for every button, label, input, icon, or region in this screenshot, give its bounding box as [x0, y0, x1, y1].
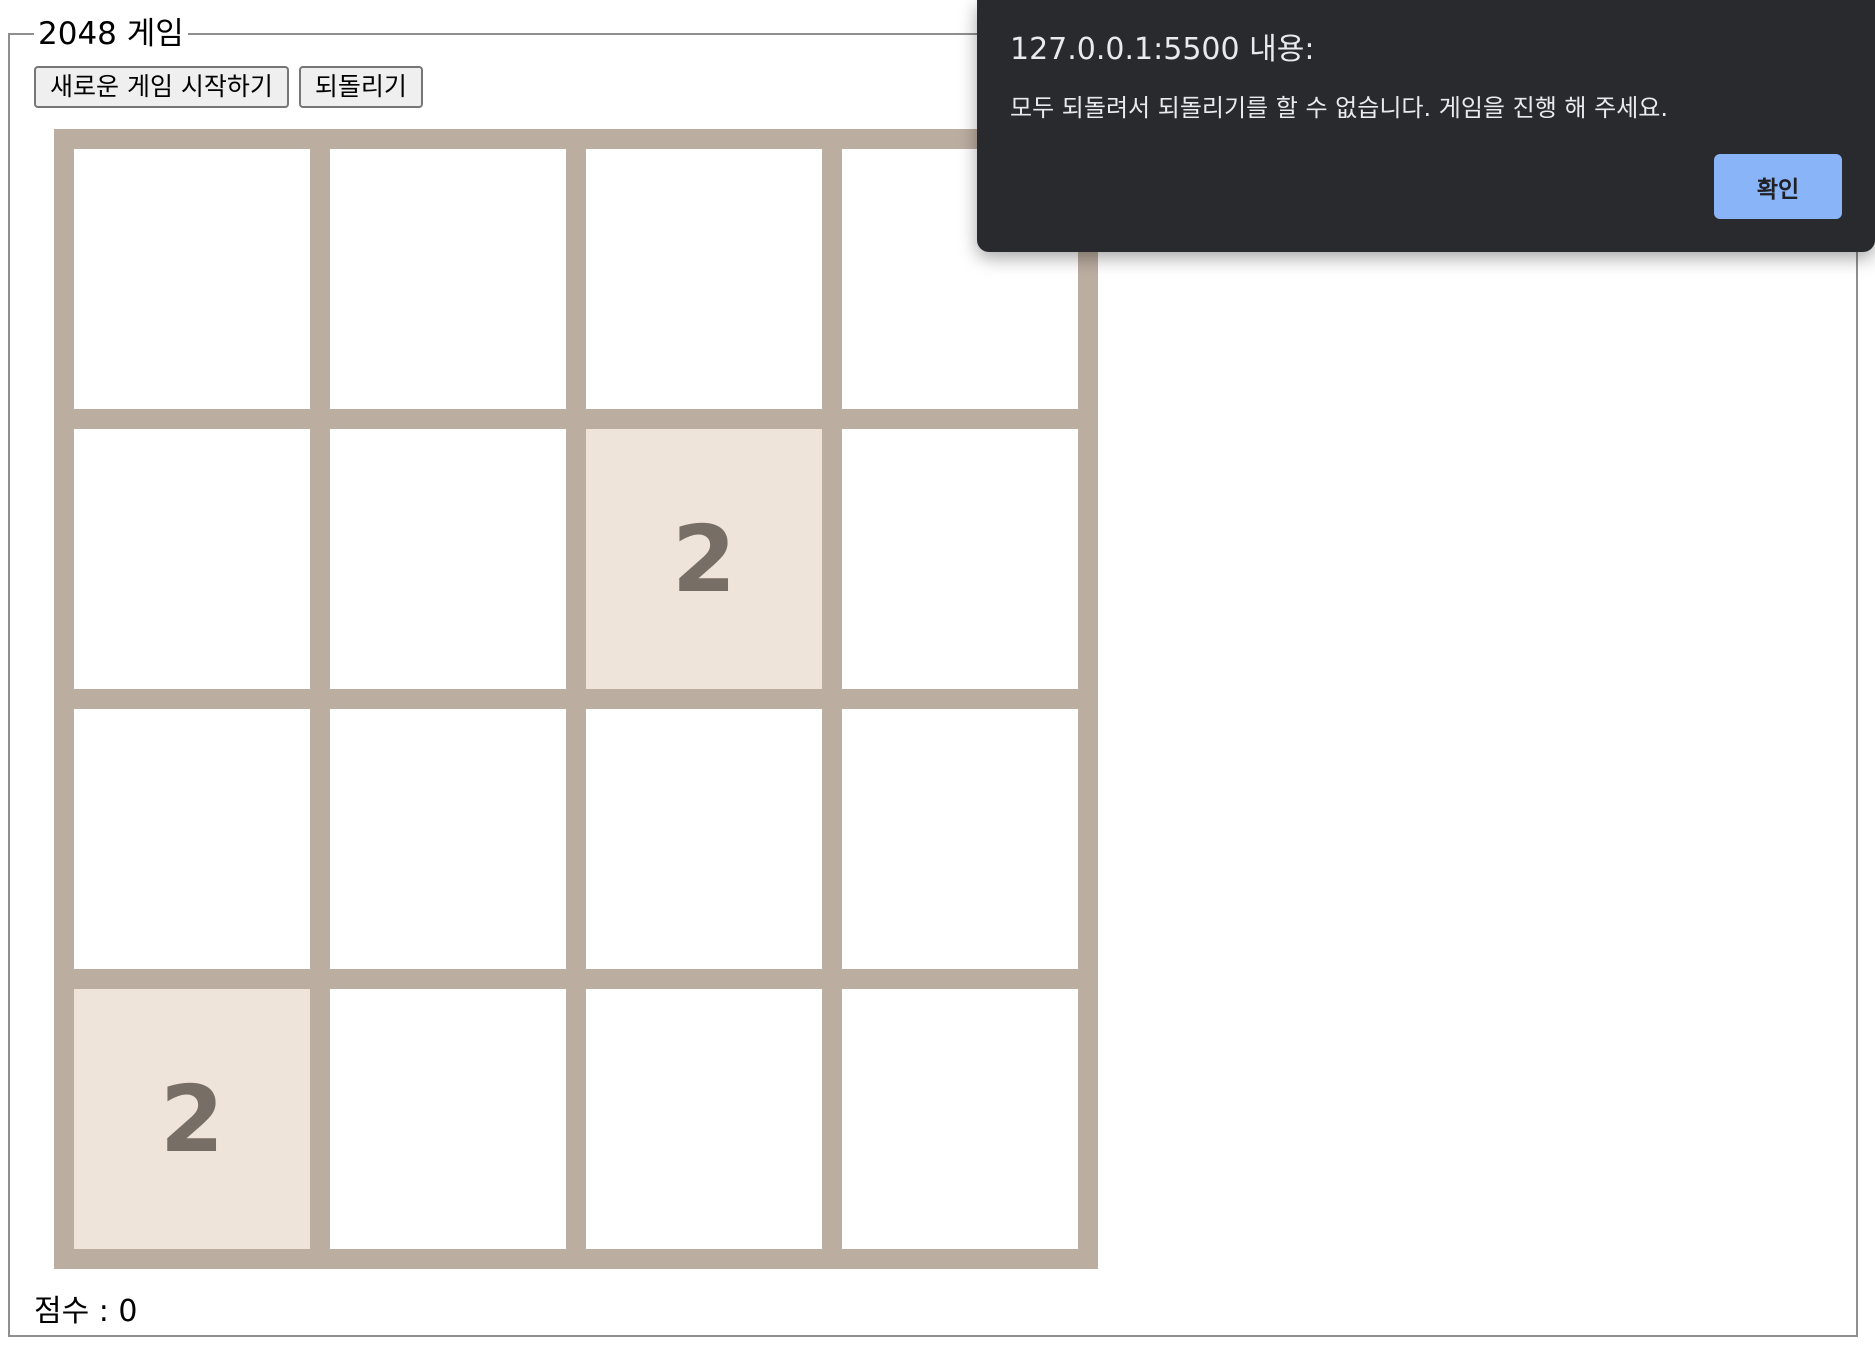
board-cell	[330, 429, 566, 689]
score-label: 점수 : 0	[34, 1294, 138, 1329]
game-board: 2 2	[54, 129, 1098, 1269]
board-cell	[842, 709, 1078, 969]
board-cell	[74, 149, 310, 409]
board-cell	[842, 429, 1078, 689]
tile-2: 2	[74, 989, 310, 1249]
board-cell	[330, 989, 566, 1249]
undo-button[interactable]: 되돌리기	[298, 66, 423, 108]
board-cell	[586, 989, 822, 1249]
board-cell	[74, 709, 310, 969]
board-cell	[330, 149, 566, 409]
board-cell	[586, 709, 822, 969]
tile-2: 2	[586, 429, 822, 689]
board-cell	[330, 709, 566, 969]
board-cell	[842, 989, 1078, 1249]
alert-message: 모두 되돌려서 되돌리기를 할 수 없습니다. 게임을 진행 해 주세요.	[1010, 94, 1668, 122]
board-cell	[74, 429, 310, 689]
alert-dialog: 127.0.0.1:5500 내용: 모두 되돌려서 되돌리기를 할 수 없습니…	[977, 0, 1875, 252]
alert-title: 127.0.0.1:5500 내용:	[1010, 32, 1315, 67]
alert-ok-button[interactable]: 확인	[1714, 154, 1842, 219]
page: 2048 게임 새로운 게임 시작하기 되돌리기 2 2 점수 : 0 127.…	[0, 0, 1875, 1349]
game-title: 2048 게임	[38, 16, 184, 52]
new-game-button[interactable]: 새로운 게임 시작하기	[34, 66, 289, 108]
board-cell	[586, 149, 822, 409]
toolbar: 새로운 게임 시작하기 되돌리기	[34, 66, 423, 108]
